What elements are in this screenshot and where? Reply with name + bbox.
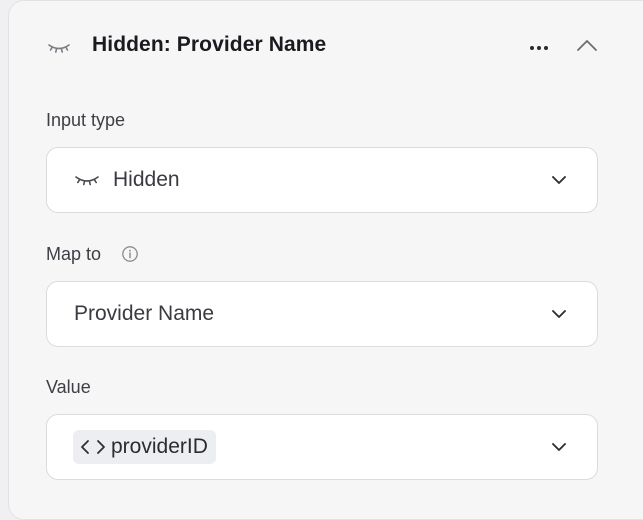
field-config-panel: Hidden: Provider Name Input type Hidden … (8, 0, 643, 520)
input-type-value: Hidden (113, 168, 180, 191)
eye-closed-icon (47, 37, 71, 57)
map-to-label: Map to (46, 244, 102, 264)
value-label: Value (46, 377, 91, 397)
variable-chip-label: providerID (111, 435, 208, 458)
collapse-button[interactable] (571, 31, 603, 63)
code-brackets-icon (79, 437, 107, 457)
panel-title: Hidden: Provider Name (92, 33, 327, 56)
chevron-down-icon (549, 170, 569, 190)
input-type-label: Input type (46, 110, 126, 130)
eye-closed-icon (74, 171, 100, 191)
chevron-up-icon (576, 38, 598, 57)
map-to-select[interactable]: Provider Name (46, 281, 598, 347)
value-select[interactable]: providerID (46, 414, 598, 480)
input-type-select[interactable]: Hidden (46, 147, 598, 213)
chevron-down-icon (549, 437, 569, 457)
chevron-down-icon (549, 304, 569, 324)
more-options-button[interactable] (523, 31, 555, 63)
variable-chip[interactable]: providerID (73, 430, 216, 464)
map-to-value: Provider Name (74, 302, 215, 325)
more-horizontal-icon (529, 38, 549, 56)
panel-header[interactable]: Hidden: Provider Name (9, 23, 643, 71)
info-icon[interactable] (121, 245, 139, 263)
